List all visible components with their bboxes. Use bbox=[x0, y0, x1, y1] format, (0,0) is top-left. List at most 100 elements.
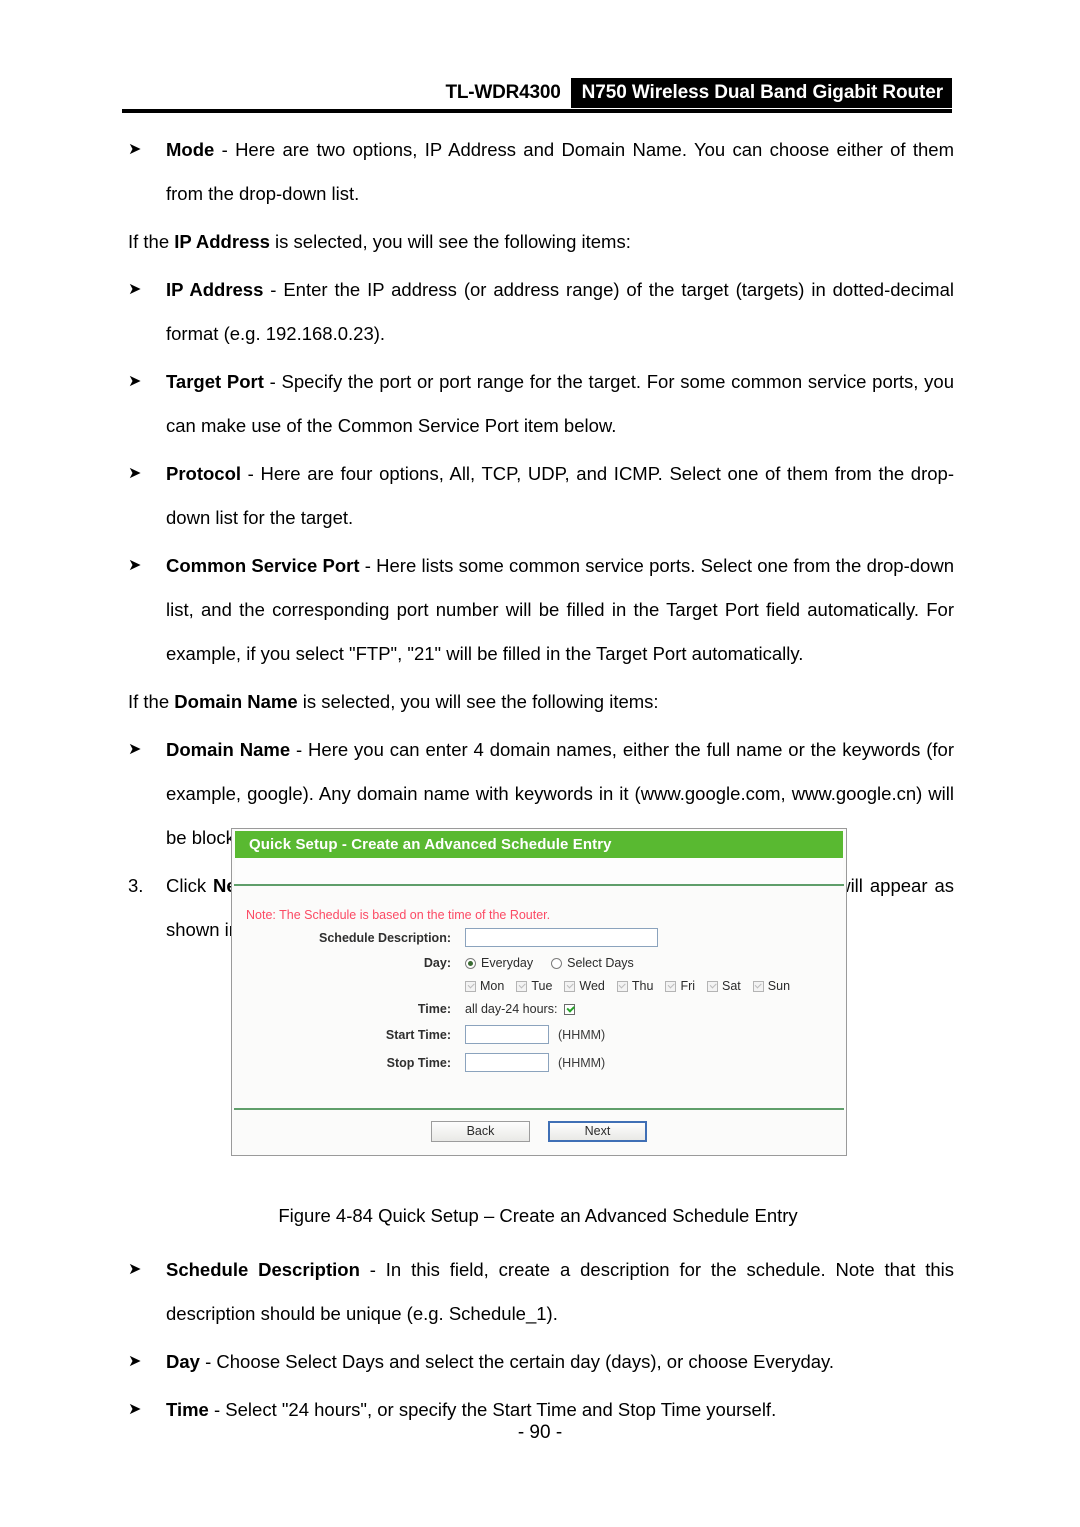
page-number: - 90 - bbox=[517, 1422, 563, 1443]
header-rule bbox=[122, 109, 952, 113]
bullet-icon: ➤ bbox=[128, 141, 142, 158]
field-row-start-time: Start Time: (HHMM) bbox=[232, 1025, 846, 1044]
radio-select-days-icon[interactable] bbox=[551, 957, 563, 969]
checkbox-wed-icon[interactable] bbox=[564, 980, 576, 992]
lead-in-ip-address: If the IP Address is selected, you will … bbox=[122, 220, 954, 264]
list-item: ➤ IP Address - Enter the IP address (or … bbox=[122, 268, 954, 356]
day-checkbox-sun[interactable]: Sun bbox=[752, 979, 791, 993]
all-day-label: all day-24 hours: bbox=[465, 1002, 558, 1016]
radio-select-days-label: Select Days bbox=[567, 956, 634, 970]
start-time-label: Start Time: bbox=[385, 1027, 451, 1042]
model-number: TL-WDR4300 bbox=[445, 82, 561, 103]
list-item: ➤ Schedule Description - In this field, … bbox=[122, 1248, 954, 1336]
document-body-lower: ➤ Schedule Description - In this field, … bbox=[122, 1248, 954, 1436]
bullet-icon: ➤ bbox=[128, 465, 142, 482]
list-item: ➤ Day - Choose Select Days and select th… bbox=[122, 1340, 954, 1384]
bullet-icon: ➤ bbox=[128, 741, 142, 758]
field-row-stop-time: Stop Time: (HHMM) bbox=[232, 1053, 846, 1072]
all-day-checkbox[interactable] bbox=[564, 1003, 576, 1015]
term: Mode bbox=[166, 139, 215, 160]
radio-everyday-label: Everyday bbox=[481, 956, 534, 970]
schedule-description-label: Schedule Description: bbox=[319, 930, 451, 945]
bullet-icon: ➤ bbox=[128, 1261, 142, 1278]
checkbox-sun-icon[interactable] bbox=[752, 980, 764, 992]
ui-form-area: Note: The Schedule is based on the time … bbox=[232, 886, 846, 1108]
back-button[interactable]: Back bbox=[431, 1121, 530, 1142]
term-description: - Enter the IP address (or address range… bbox=[166, 279, 954, 344]
list-item: ➤ Protocol - Here are four options, All,… bbox=[122, 452, 954, 540]
lead-prefix: If the bbox=[128, 231, 175, 252]
list-item-text: IP Address - Enter the IP address (or ad… bbox=[166, 268, 954, 356]
checkbox-fri-icon[interactable] bbox=[665, 980, 677, 992]
radio-everyday-icon[interactable] bbox=[465, 957, 476, 969]
field-row-day: Day: Everyday Select Days bbox=[232, 956, 846, 970]
router-web-ui: Quick Setup - Create an Advanced Schedul… bbox=[231, 828, 847, 1156]
checkbox-thu-icon[interactable] bbox=[616, 980, 628, 992]
checkbox-sat-icon[interactable] bbox=[707, 980, 719, 992]
day-label: Day: bbox=[423, 956, 451, 970]
list-item-text: Target Port - Specify the port or port r… bbox=[166, 360, 954, 448]
day-label-mon: Mon bbox=[480, 979, 505, 993]
lead-suffix: is selected, you will see the following … bbox=[297, 691, 659, 712]
day-label-wed: Wed bbox=[579, 979, 605, 993]
day-label-sun: Sun bbox=[767, 979, 791, 993]
list-item-text: Mode - Here are two options, IP Address … bbox=[166, 128, 954, 216]
bullet-icon: ➤ bbox=[128, 557, 142, 574]
radio-option-everyday[interactable]: Everyday bbox=[465, 956, 533, 970]
day-label-thu: Thu bbox=[631, 979, 654, 993]
term: IP Address bbox=[174, 231, 270, 252]
day-checkbox-thu[interactable]: Thu bbox=[616, 979, 654, 993]
bullet-icon: ➤ bbox=[128, 1353, 142, 1370]
product-banner: N750 Wireless Dual Band Gigabit Router bbox=[570, 78, 952, 108]
list-item-text: Protocol - Here are four options, All, T… bbox=[166, 452, 954, 540]
term: Domain Name bbox=[174, 691, 298, 712]
term: Target Port bbox=[166, 371, 264, 392]
list-item: ➤ Common Service Port - Here lists some … bbox=[122, 544, 954, 676]
schedule-description-input[interactable] bbox=[465, 928, 658, 947]
bullet-icon: ➤ bbox=[128, 281, 142, 298]
day-checkbox-fri[interactable]: Fri bbox=[665, 979, 695, 993]
running-header: TL-WDR4300 N750 Wireless Dual Band Gigab… bbox=[122, 78, 952, 114]
stop-time-label: Stop Time: bbox=[386, 1055, 451, 1070]
list-item-text: Day - Choose Select Days and select the … bbox=[166, 1340, 954, 1384]
day-label-fri: Fri bbox=[680, 979, 696, 993]
list-item: ➤ Target Port - Specify the port or port… bbox=[122, 360, 954, 448]
lead-in-domain-name: If the Domain Name is selected, you will… bbox=[122, 680, 954, 724]
term: Day bbox=[166, 1351, 200, 1372]
term: Protocol bbox=[166, 463, 242, 484]
lead-prefix: If the bbox=[128, 691, 175, 712]
checkbox-mon-icon[interactable] bbox=[465, 980, 476, 992]
list-item: ➤ Mode - Here are two options, IP Addres… bbox=[122, 128, 954, 216]
term: Common Service Port bbox=[166, 555, 360, 576]
start-time-input[interactable] bbox=[465, 1025, 549, 1044]
term-description: - Here are four options, All, TCP, UDP, … bbox=[166, 463, 954, 528]
term-description: - Here are two options, IP Address and D… bbox=[166, 139, 954, 204]
day-checkbox-tue[interactable]: Tue bbox=[516, 979, 552, 993]
ui-page-title: Quick Setup - Create an Advanced Schedul… bbox=[235, 831, 843, 858]
figure-screenshot: Quick Setup - Create an Advanced Schedul… bbox=[231, 828, 847, 1156]
term-description: - Choose Select Days and select the cert… bbox=[199, 1351, 835, 1372]
field-row-time: Time: all day-24 hours: bbox=[232, 1002, 846, 1016]
start-time-format-hint: (HHMM) bbox=[558, 1027, 606, 1042]
term: IP Address bbox=[166, 279, 264, 300]
term: Schedule Description bbox=[166, 1259, 360, 1280]
day-checkbox-mon[interactable]: Mon bbox=[465, 979, 504, 993]
ui-title-underbar bbox=[235, 858, 843, 884]
day-checkbox-sat[interactable]: Sat bbox=[707, 979, 741, 993]
term-description: - Select "24 hours", or specify the Star… bbox=[208, 1399, 777, 1420]
field-row-days-of-week: Mon Tue Wed Thu Fri Sat Sun bbox=[232, 979, 846, 993]
next-button[interactable]: Next bbox=[548, 1121, 647, 1142]
radio-option-select-days[interactable]: Select Days bbox=[551, 956, 634, 970]
stop-time-input[interactable] bbox=[465, 1053, 549, 1072]
ui-note-text: Note: The Schedule is based on the time … bbox=[246, 908, 551, 922]
checkbox-tue-icon[interactable] bbox=[516, 980, 528, 992]
lead-suffix: is selected, you will see the following … bbox=[269, 231, 631, 252]
step-prefix: Click bbox=[166, 875, 214, 896]
ui-button-bar: Back Next bbox=[232, 1110, 846, 1155]
day-checkbox-wed[interactable]: Wed bbox=[564, 979, 605, 993]
list-item-text: Common Service Port - Here lists some co… bbox=[166, 544, 954, 676]
day-label-tue: Tue bbox=[531, 979, 553, 993]
figure-caption: Figure 4-84 Quick Setup – Create an Adva… bbox=[278, 1205, 798, 1226]
time-label: Time: bbox=[417, 1002, 451, 1016]
term: Time bbox=[166, 1399, 209, 1420]
